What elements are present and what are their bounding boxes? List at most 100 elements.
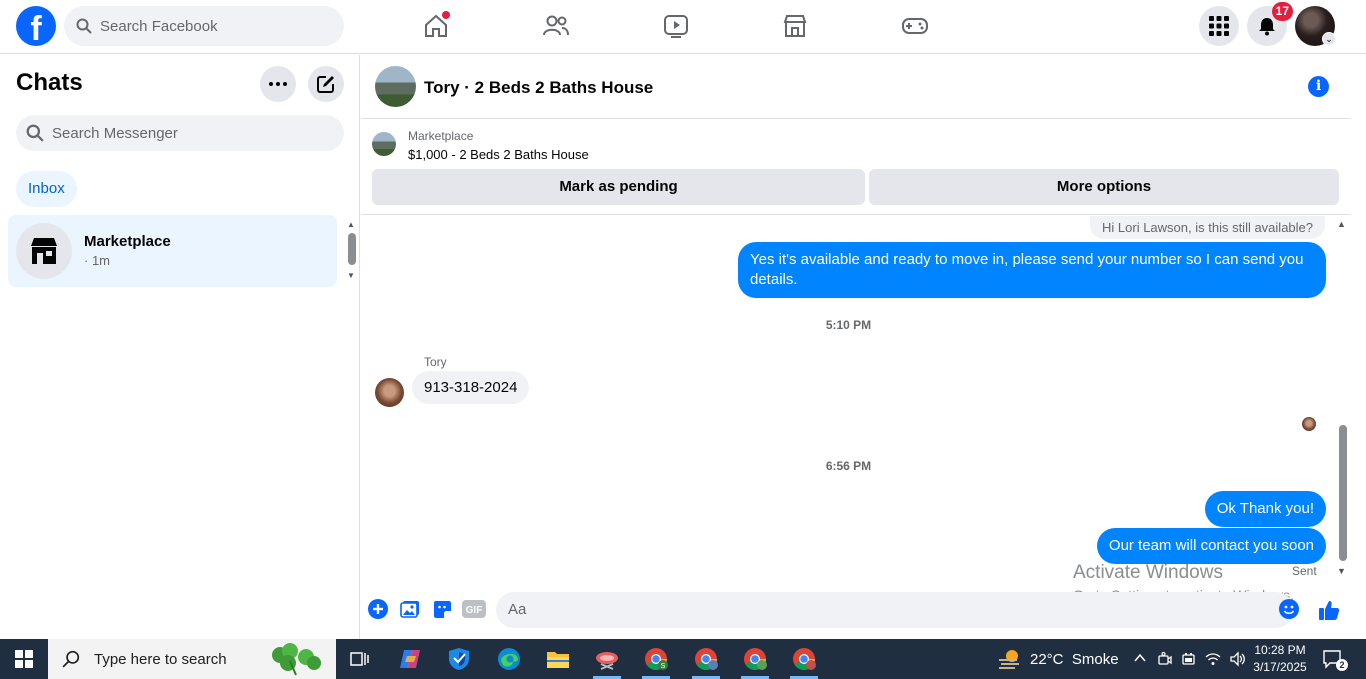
emoji-icon bbox=[1279, 599, 1299, 619]
messenger-search-input[interactable]: Search Messenger bbox=[16, 115, 344, 151]
facebook-top-bar: f Search Facebook 17 ⌄ bbox=[0, 0, 1366, 54]
mark-as-pending-button[interactable]: Mark as pending bbox=[372, 169, 865, 205]
taskbar-app-edge[interactable] bbox=[489, 643, 529, 675]
facebook-logo[interactable]: f bbox=[16, 6, 56, 46]
gif-button[interactable]: GIF bbox=[462, 599, 486, 619]
volume-indicator[interactable] bbox=[1229, 651, 1245, 670]
taskbar-app-chrome-3[interactable] bbox=[735, 643, 775, 679]
clock-date: 3/17/2025 bbox=[1253, 660, 1307, 674]
copilot-icon bbox=[400, 650, 420, 668]
message-bubble-incoming[interactable]: 913-318-2024 bbox=[412, 371, 530, 404]
timestamp-separator: 6:56 PM bbox=[825, 459, 872, 473]
svg-text:S: S bbox=[661, 663, 666, 670]
taskbar-app-security[interactable] bbox=[439, 643, 479, 675]
smoke-weather-icon bbox=[999, 650, 1019, 669]
message-input[interactable]: Aa bbox=[496, 592, 1294, 628]
bell-icon bbox=[1259, 18, 1275, 36]
inbox-filter-tab[interactable]: Inbox bbox=[16, 171, 77, 207]
message-bubble-partial[interactable]: Hi Lori Lawson, is this still available? bbox=[1090, 216, 1325, 239]
grid-menu-icon bbox=[1209, 16, 1229, 36]
like-button[interactable] bbox=[1318, 599, 1340, 621]
message-bubble-outgoing[interactable]: Our team will contact you soon bbox=[1096, 528, 1326, 564]
more-icon bbox=[269, 82, 287, 86]
search-placeholder: Search Facebook bbox=[100, 17, 218, 35]
message-bubble-outgoing[interactable]: Yes it's available and ready to move in,… bbox=[738, 242, 1326, 298]
thread-scrollbar[interactable] bbox=[1339, 425, 1347, 561]
new-message-button[interactable] bbox=[308, 66, 344, 102]
info-icon[interactable]: i bbox=[1308, 76, 1329, 97]
network-indicator[interactable] bbox=[1205, 651, 1221, 670]
emoji-button[interactable] bbox=[1279, 599, 1299, 619]
taskbar-app-chrome-1[interactable]: S bbox=[636, 643, 676, 679]
marketplace-store-icon bbox=[31, 238, 57, 264]
scroll-up-arrow[interactable]: ▲ bbox=[1337, 219, 1346, 229]
clock-time: 10:28 PM bbox=[1254, 643, 1306, 657]
taskbar-app-chrome-2[interactable] bbox=[686, 643, 726, 679]
menu-button[interactable] bbox=[1199, 6, 1239, 46]
watch-icon bbox=[664, 15, 688, 38]
weather-widget[interactable]: 22°C Smoke bbox=[998, 639, 1119, 679]
notifications-button[interactable]: 17 bbox=[1247, 2, 1293, 46]
start-button[interactable] bbox=[0, 639, 48, 679]
chrome-icon bbox=[695, 648, 718, 670]
message-bubble-outgoing[interactable]: Ok Thank you! bbox=[1204, 491, 1326, 527]
thumbs-up-icon bbox=[1319, 601, 1340, 620]
action-center-button[interactable]: 2 bbox=[1322, 649, 1348, 671]
nav-marketplace[interactable] bbox=[775, 8, 815, 44]
sender-avatar[interactable] bbox=[375, 378, 404, 407]
svg-text:GIF: GIF bbox=[466, 605, 483, 616]
attach-photo-button[interactable] bbox=[400, 599, 420, 619]
friends-icon bbox=[543, 15, 569, 36]
message-composer: GIF Aa bbox=[361, 588, 1366, 632]
sidebar-scrollbar[interactable] bbox=[348, 233, 356, 265]
chats-title: Chats bbox=[16, 69, 83, 96]
photo-icon bbox=[400, 601, 419, 618]
battery-indicator[interactable] bbox=[1181, 651, 1197, 670]
chat-list-item[interactable]: Marketplace · 1m bbox=[8, 215, 337, 287]
chat-options-button[interactable] bbox=[260, 66, 296, 102]
more-options-button[interactable]: More options bbox=[869, 169, 1339, 205]
nav-gaming[interactable] bbox=[895, 8, 935, 44]
read-receipt-avatar bbox=[1302, 417, 1316, 431]
show-hidden-icons[interactable] bbox=[1133, 651, 1147, 668]
chevron-down-icon[interactable]: ⌄ bbox=[1322, 32, 1336, 46]
message-status: Sent bbox=[1292, 564, 1317, 578]
nav-watch[interactable] bbox=[656, 8, 696, 44]
windows-taskbar: Type here to search S 22°C Smoke 10:28 P… bbox=[0, 639, 1366, 679]
task-view-button[interactable] bbox=[340, 643, 380, 675]
messenger-search-placeholder: Search Messenger bbox=[52, 124, 178, 142]
timestamp-separator: 5:10 PM bbox=[825, 318, 872, 332]
shield-icon bbox=[449, 648, 469, 670]
chat-name: Marketplace bbox=[84, 233, 171, 250]
scroll-up-arrow[interactable]: ▲ bbox=[347, 220, 355, 229]
clock[interactable]: 10:28 PM 3/17/2025 bbox=[1253, 642, 1307, 676]
listing-price-title[interactable]: $1,000 - 2 Beds 2 Baths House bbox=[408, 147, 589, 162]
speaker-icon bbox=[1230, 651, 1245, 667]
scroll-down-arrow[interactable]: ▼ bbox=[1337, 566, 1346, 576]
conversation-title[interactable]: Tory · 2 Beds 2 Baths House bbox=[424, 78, 653, 98]
scroll-down-arrow[interactable]: ▼ bbox=[347, 271, 355, 280]
conversation-header: Tory · 2 Beds 2 Baths House i bbox=[361, 55, 1351, 119]
task-view-icon bbox=[350, 652, 369, 666]
search-icon bbox=[62, 650, 80, 668]
folder-icon bbox=[547, 652, 569, 668]
conversation-avatar[interactable] bbox=[375, 66, 416, 107]
taskbar-app-copilot[interactable] bbox=[390, 643, 430, 675]
plus-circle-icon bbox=[368, 599, 388, 619]
taskbar-app-chrome-4[interactable] bbox=[784, 643, 824, 679]
taskbar-search-box[interactable]: Type here to search bbox=[48, 639, 336, 679]
marketplace-avatar bbox=[16, 223, 72, 279]
sticker-button[interactable] bbox=[432, 599, 452, 619]
notification-count-badge: 17 bbox=[1271, 2, 1293, 21]
listing-thumbnail[interactable] bbox=[372, 132, 396, 156]
taskbar-search-placeholder: Type here to search bbox=[94, 650, 227, 668]
facebook-search-input[interactable]: Search Facebook bbox=[64, 6, 344, 46]
nav-home[interactable] bbox=[416, 8, 456, 44]
search-icon bbox=[76, 18, 92, 34]
taskbar-app-snipping[interactable] bbox=[587, 643, 627, 679]
marketplace-icon bbox=[783, 15, 807, 37]
taskbar-app-file-explorer[interactable] bbox=[538, 643, 578, 675]
nav-friends[interactable] bbox=[536, 8, 576, 44]
more-actions-button[interactable] bbox=[368, 599, 388, 619]
meet-now-button[interactable] bbox=[1157, 651, 1173, 670]
